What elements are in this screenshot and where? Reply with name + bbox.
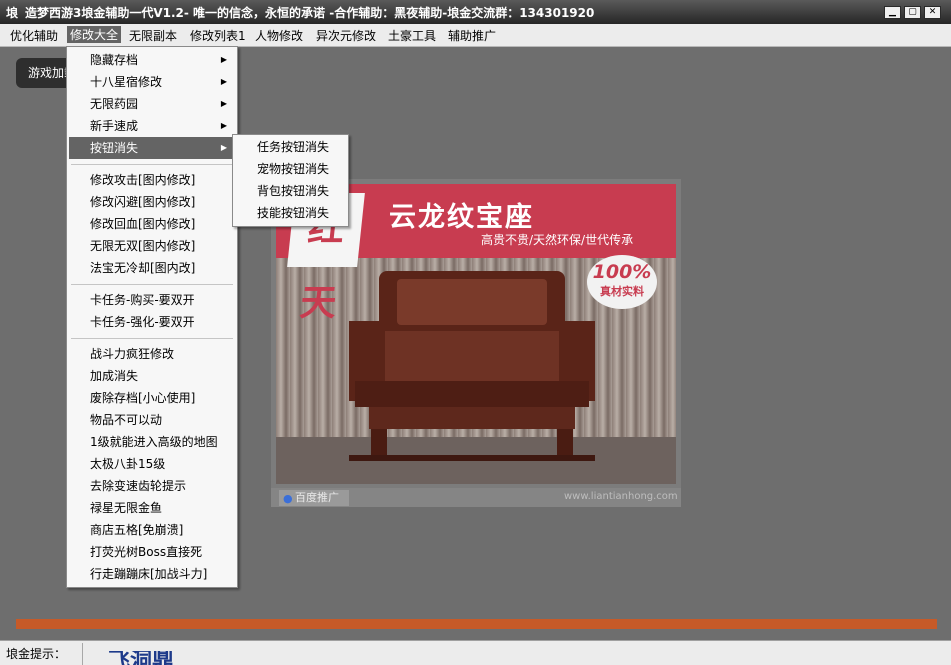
status-graphic-text: 飞洞鼎 (108, 651, 175, 665)
dropdown-item-label: 无限药园 (90, 97, 139, 111)
dropdown-item-lock-items[interactable]: 物品不可以动 (69, 409, 235, 431)
dropdown-item-label: 十八星宿修改 (90, 75, 163, 89)
dropdown-item-button-vanish[interactable]: 按钮消失 ▶ (69, 137, 235, 159)
dropdown-separator (71, 284, 233, 285)
baidu-paw-icon: ● (283, 492, 293, 505)
close-button[interactable]: ✕ (924, 6, 941, 19)
badge-percent: 100% (592, 261, 652, 283)
dropdown-item-delete-save[interactable]: 废除存档[小心使用] (69, 387, 235, 409)
dropdown-item-shop-five-slots[interactable]: 商店五格[免崩溃] (69, 519, 235, 541)
status-graphic: 飞洞鼎 (108, 651, 228, 665)
badge-text: 真材实料 (600, 285, 644, 298)
dropdown-item-taiji-bagua[interactable]: 太极八卦15级 (69, 453, 235, 475)
throne-image (349, 271, 595, 461)
dropdown-item-high-map[interactable]: 1级就能进入高级的地图 (69, 431, 235, 453)
dropdown-item-constellation[interactable]: 十八星宿修改 ▶ (69, 71, 235, 93)
menu-optimize[interactable]: 优化辅助 (10, 27, 58, 44)
menu-modify-all[interactable]: 修改大全 (67, 26, 122, 43)
dropdown-item-newbie-boost[interactable]: 新手速成 ▶ (69, 115, 235, 137)
ad-banner[interactable]: 红天 云龙纹宝座 高贵不贵/天然环保/世代传承 100% 真材实料 百度推广 ●… (271, 179, 681, 507)
ad-url[interactable]: www.liantianhong.com (564, 491, 678, 502)
maximize-button[interactable]: ▢ (904, 6, 921, 19)
dropdown-item-power-modify[interactable]: 战斗力疯狂修改 (69, 343, 235, 365)
submenu-arrow-icon: ▶ (220, 77, 227, 86)
window-title: 造梦西游3埌金辅助一代V1.2- 唯一的信念，永恒的承诺 -合作辅助：黑夜辅助-… (25, 6, 595, 20)
menu-tycoon-tools[interactable]: 土豪工具 (388, 27, 436, 44)
dropdown-item-boss-instant-kill[interactable]: 打荧光树Boss直接死 (69, 541, 235, 563)
ad-title: 云龙纹宝座 (389, 202, 534, 233)
menu-modify-list-1[interactable]: 修改列表1 (190, 27, 246, 44)
dropdown-item-label: 按钮消失 (90, 141, 139, 155)
menu-dimension-modify[interactable]: 异次元修改 (316, 27, 376, 44)
dropdown-item-remove-speed-hint[interactable]: 去除变速齿轮提示 (69, 475, 235, 497)
button-vanish-submenu: 任务按钮消失 宠物按钮消失 背包按钮消失 技能按钮消失 (232, 134, 349, 227)
status-divider (82, 643, 83, 665)
app-icon: 埌 (6, 6, 19, 20)
dropdown-separator (71, 338, 233, 339)
menu-character-modify[interactable]: 人物修改 (255, 27, 303, 44)
dropdown-item-quest-enhance[interactable]: 卡任务-强化-要双开 (69, 311, 235, 333)
dropdown-item-bonus-vanish[interactable]: 加成消失 (69, 365, 235, 387)
minimize-button[interactable]: ▁ (884, 6, 901, 19)
title-bar: 埌 造梦西游3埌金辅助一代V1.2- 唯一的信念，永恒的承诺 -合作辅助：黑夜辅… (0, 0, 951, 24)
quality-badge: 100% 真材实料 (587, 255, 657, 309)
submenu-item-skill-button[interactable]: 技能按钮消失 (235, 202, 346, 224)
ad-subtitle: 高贵不贵/天然环保/世代传承 (481, 233, 634, 247)
submenu-item-pet-button[interactable]: 宠物按钮消失 (235, 158, 346, 180)
menu-bar: 优化辅助 修改大全 无限副本 修改列表1 人物修改 异次元修改 土豪工具 辅助推… (0, 24, 951, 47)
dropdown-item-goldfish[interactable]: 禄星无限金鱼 (69, 497, 235, 519)
app-window: 埌 造梦西游3埌金辅助一代V1.2- 唯一的信念，永恒的承诺 -合作辅助：黑夜辅… (0, 0, 951, 665)
dropdown-item-regen[interactable]: 修改回血[图内修改] (69, 213, 235, 235)
status-bar: 埌金提示： 飞洞鼎 (0, 640, 951, 665)
menu-infinite-dungeon[interactable]: 无限副本 (129, 27, 177, 44)
dropdown-item-no-cooldown[interactable]: 法宝无冷却[图内改] (69, 257, 235, 279)
dropdown-item-trampoline[interactable]: 行走蹦蹦床[加战斗力] (69, 563, 235, 585)
progress-fill (16, 619, 937, 629)
loading-progress-bar (16, 619, 937, 629)
submenu-arrow-icon: ▶ (220, 99, 227, 108)
submenu-item-bag-button[interactable]: 背包按钮消失 (235, 180, 346, 202)
dropdown-item-infinite-musou[interactable]: 无限无双[图内修改] (69, 235, 235, 257)
submenu-item-quest-button[interactable]: 任务按钮消失 (235, 136, 346, 158)
dropdown-separator (71, 164, 233, 165)
dropdown-item-label: 隐藏存档 (90, 53, 139, 67)
submenu-arrow-icon: ▶ (220, 143, 227, 152)
dropdown-item-dodge[interactable]: 修改闪避[图内修改] (69, 191, 235, 213)
modify-all-dropdown: 隐藏存档 ▶ 十八星宿修改 ▶ 无限药园 ▶ 新手速成 ▶ 按钮消失 ▶ 修改攻击[图内修… (66, 46, 238, 588)
dropdown-item-quest-buy[interactable]: 卡任务-购买-要双开 (69, 289, 235, 311)
status-label: 埌金提示： (6, 647, 67, 661)
dropdown-item-attack[interactable]: 修改攻击[图内修改] (69, 169, 235, 191)
submenu-arrow-icon: ▶ (220, 55, 227, 64)
dropdown-item-medicine-garden[interactable]: 无限药园 ▶ (69, 93, 235, 115)
dropdown-item-label: 新手速成 (90, 119, 139, 133)
menu-promotion[interactable]: 辅助推广 (448, 27, 496, 44)
dropdown-item-hidden-save[interactable]: 隐藏存档 ▶ (69, 49, 235, 71)
submenu-arrow-icon: ▶ (220, 121, 227, 130)
